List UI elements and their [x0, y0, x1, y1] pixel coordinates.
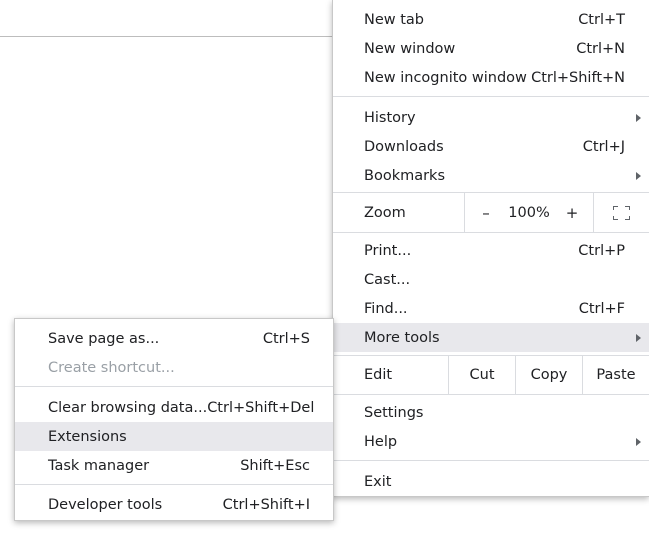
menu-item-label: Settings — [364, 404, 424, 421]
menu-item-label: New window — [364, 40, 456, 57]
menu-item-shortcut: Ctrl+T — [578, 11, 625, 28]
copy-button[interactable]: Copy — [516, 356, 582, 394]
cut-button[interactable]: Cut — [449, 356, 515, 394]
menu-item-label: More tools — [364, 329, 440, 346]
menu-separator — [15, 484, 333, 485]
edit-row: Edit Cut Copy Paste — [333, 356, 649, 394]
menu-item-new-window[interactable]: New window Ctrl+N — [333, 34, 649, 63]
menu-item-label: Find... — [364, 300, 408, 317]
menu-item-label: Developer tools — [48, 496, 163, 513]
menu-item-help[interactable]: Help — [333, 427, 649, 456]
menu-item-shortcut: Ctrl+Shift+N — [531, 69, 625, 86]
menu-item-shortcut: Ctrl+Shift+Del — [207, 399, 315, 416]
edit-label: Edit — [364, 367, 393, 383]
menu-item-bookmarks[interactable]: Bookmarks — [333, 161, 649, 190]
menu-item-label: Cast... — [364, 271, 411, 288]
menu-item-label: Create shortcut... — [48, 359, 175, 376]
submenu-arrow-icon — [636, 171, 641, 180]
menu-item-history[interactable]: History — [333, 103, 649, 132]
menu-item-label: Clear browsing data... — [48, 399, 208, 416]
zoom-level: 100% — [508, 204, 550, 221]
submenu-arrow-icon — [636, 113, 641, 122]
menu-item-shortcut: Ctrl+P — [578, 242, 625, 259]
menu-item-label: Print... — [364, 242, 412, 259]
menu-item-label: New incognito window — [364, 69, 527, 86]
menu-item-new-incognito-window[interactable]: New incognito window Ctrl+Shift+N — [333, 63, 649, 92]
zoom-in-button[interactable]: + — [551, 193, 593, 232]
menu-separator — [15, 386, 333, 387]
menu-item-label: Exit — [364, 473, 392, 490]
menu-item-shortcut: Ctrl+N — [576, 40, 625, 57]
menu-item-cast[interactable]: Cast... — [333, 265, 649, 294]
menu-item-shortcut: Ctrl+Shift+I — [222, 496, 310, 513]
menu-item-label: Save page as... — [48, 330, 160, 347]
menu-item-downloads[interactable]: Downloads Ctrl+J — [333, 132, 649, 161]
menu-item-more-tools[interactable]: More tools — [333, 323, 649, 352]
menu-item-label: Task manager — [48, 457, 150, 474]
submenu-item-clear-browsing-data[interactable]: Clear browsing data... Ctrl+Shift+Del — [15, 393, 333, 422]
menu-item-label: Downloads — [364, 138, 444, 155]
menu-item-shortcut: Ctrl+F — [578, 300, 625, 317]
menu-item-label: Help — [364, 433, 398, 450]
menu-item-label: Extensions — [48, 428, 127, 445]
menu-item-shortcut: Ctrl+J — [582, 138, 625, 155]
menu-item-label: History — [364, 109, 416, 126]
menu-item-label: New tab — [364, 11, 425, 28]
paste-button[interactable]: Paste — [583, 356, 649, 394]
submenu-arrow-icon — [636, 333, 641, 342]
menu-item-label: Bookmarks — [364, 167, 446, 184]
menu-item-shortcut: Shift+Esc — [240, 457, 310, 474]
menu-item-find[interactable]: Find... Ctrl+F — [333, 294, 649, 323]
menu-item-print[interactable]: Print... Ctrl+P — [333, 236, 649, 265]
menu-separator — [333, 394, 649, 395]
submenu-item-developer-tools[interactable]: Developer tools Ctrl+Shift+I — [15, 490, 333, 519]
submenu-item-create-shortcut: Create shortcut... — [15, 353, 333, 382]
zoom-label: Zoom — [364, 204, 406, 221]
submenu-arrow-icon — [636, 437, 641, 446]
more-tools-submenu: Save page as... Ctrl+S Create shortcut..… — [14, 318, 334, 521]
submenu-item-task-manager[interactable]: Task manager Shift+Esc — [15, 451, 333, 480]
fullscreen-icon — [613, 205, 630, 220]
zoom-row: Zoom – 100% + — [333, 193, 649, 232]
fullscreen-button[interactable] — [594, 193, 649, 232]
page-toolbar-divider — [0, 36, 333, 37]
menu-item-new-tab[interactable]: New tab Ctrl+T — [333, 5, 649, 34]
submenu-item-save-page[interactable]: Save page as... Ctrl+S — [15, 324, 333, 353]
menu-separator — [333, 232, 649, 233]
menu-item-settings[interactable]: Settings — [333, 398, 649, 427]
menu-separator — [333, 460, 649, 461]
zoom-out-button[interactable]: – — [465, 193, 507, 232]
menu-item-exit[interactable]: Exit — [333, 467, 649, 496]
submenu-item-extensions[interactable]: Extensions — [15, 422, 333, 451]
menu-item-shortcut: Ctrl+S — [262, 330, 310, 347]
browser-main-menu: New tab Ctrl+T New window Ctrl+N New inc… — [332, 0, 649, 497]
menu-separator — [333, 96, 649, 97]
